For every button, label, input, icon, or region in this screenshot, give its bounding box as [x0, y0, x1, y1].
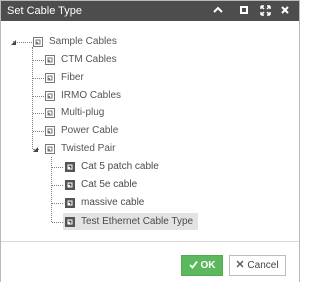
check-icon [188, 260, 198, 272]
tree-node-label: Test Ethernet Cable Type [81, 216, 194, 227]
dialog-title: Set Cable Type [7, 5, 83, 17]
close-icon[interactable] [277, 3, 293, 19]
cable-folder-icon [45, 90, 55, 101]
tree-node-ctm-cables[interactable]: CTM Cables [45, 51, 117, 68]
tree-node-label: Fiber [61, 72, 84, 83]
cable-folder-icon [45, 54, 55, 65]
tree-guide [52, 222, 63, 223]
tree-node-cat5-patch-cable[interactable]: Cat 5 patch cable [65, 158, 159, 175]
cable-type-tree: Sample Cables CTM Cables Fiber IRMO Cabl… [1, 21, 299, 241]
tree-guide [33, 131, 44, 132]
tree-node-multi-plug[interactable]: Multi-plug [45, 104, 104, 121]
tree-node-label: IRMO Cables [61, 90, 122, 101]
cable-type-icon [65, 197, 75, 208]
tree-guide [52, 167, 63, 168]
tree-node-irmo-cables[interactable]: IRMO Cables [45, 87, 121, 104]
tree-guide [52, 185, 63, 186]
cable-folder-icon [45, 72, 55, 83]
tree-node-massive-cable[interactable]: massive cable [65, 194, 144, 211]
cable-type-icon [65, 161, 75, 172]
cable-folder-icon [33, 36, 43, 47]
tree-guide [33, 96, 44, 97]
tree-guide [33, 78, 44, 79]
tree-node-label: CTM Cables [61, 54, 117, 65]
tree-node-twisted-pair[interactable]: Twisted Pair [45, 140, 115, 157]
ok-button-label: OK [200, 260, 216, 271]
collapse-toggle-icon[interactable] [33, 147, 39, 153]
cable-folder-icon [45, 125, 55, 136]
tree-node-label: Multi-plug [61, 107, 105, 118]
tree-node-label: Power Cable [61, 125, 119, 136]
tree-node-power-cable[interactable]: Power Cable [45, 122, 118, 139]
close-icon [236, 260, 244, 271]
dialog-titlebar[interactable]: Set Cable Type [1, 1, 299, 21]
tree-node-label: Twisted Pair [61, 143, 116, 154]
tree-node-label: Sample Cables [49, 36, 117, 47]
cable-folder-icon [45, 107, 55, 118]
cable-folder-icon [45, 143, 55, 154]
tree-guide [33, 113, 44, 114]
tree-node-cat5e-cable[interactable]: Cat 5e cable [65, 176, 137, 193]
tree-node-label: Cat 5e cable [81, 179, 138, 190]
set-cable-type-dialog: Set Cable Type Sample Cables CTM Cables … [0, 0, 300, 282]
tree-node-label: massive cable [81, 197, 145, 208]
chevron-up-icon[interactable] [210, 3, 226, 19]
tree-node-label: Cat 5 patch cable [81, 161, 159, 172]
tree-node-test-ethernet-cable-type[interactable]: Test Ethernet Cable Type [63, 213, 199, 230]
tree-guide [52, 203, 63, 204]
cancel-button-label: Cancel [247, 260, 279, 271]
cancel-button[interactable]: Cancel [229, 255, 286, 276]
tree-node-sample-cables[interactable]: Sample Cables [33, 33, 117, 50]
dialog-footer: OK Cancel [1, 241, 299, 282]
expand-icon[interactable] [257, 3, 273, 19]
cable-type-icon [65, 216, 75, 227]
collapse-toggle-icon[interactable] [11, 40, 17, 46]
tree-guide [33, 60, 44, 61]
cable-type-icon [65, 179, 75, 190]
tree-guide [32, 47, 33, 149]
window-restore-icon[interactable] [236, 3, 252, 19]
tree-node-fiber[interactable]: Fiber [45, 69, 84, 86]
ok-button[interactable]: OK [181, 255, 223, 276]
